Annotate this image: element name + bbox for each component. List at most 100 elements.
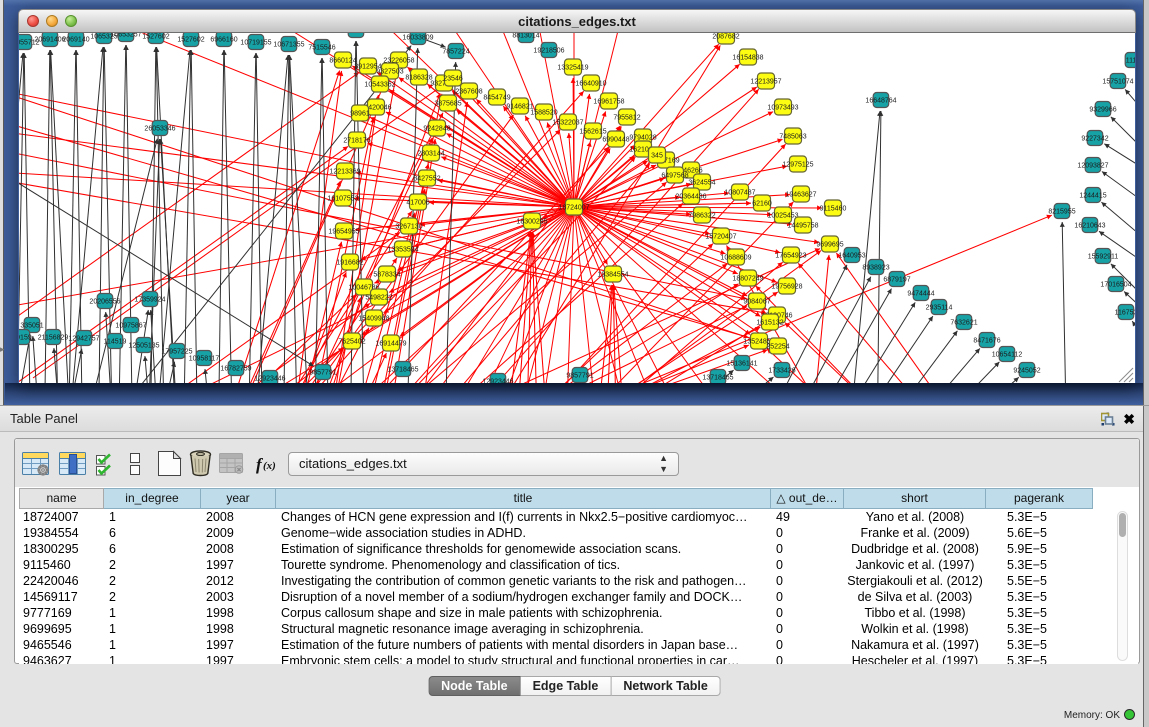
svg-text:20206556: 20206556 xyxy=(89,299,120,306)
svg-text:2069140: 2069140 xyxy=(62,37,89,44)
svg-text:1244415: 1244415 xyxy=(1079,193,1106,200)
svg-text:15409948: 15409948 xyxy=(358,316,389,323)
svg-text:19654955: 19654955 xyxy=(328,229,359,236)
svg-text:9227342: 9227342 xyxy=(1081,136,1108,143)
svg-text:8427552: 8427552 xyxy=(413,176,440,183)
svg-text:1112: 1112 xyxy=(1126,58,1135,65)
svg-text:2935114: 2935114 xyxy=(926,305,953,312)
svg-text:5498222: 5498222 xyxy=(365,295,392,302)
svg-text:1640953: 1640953 xyxy=(838,253,865,260)
svg-text:15322037: 15322037 xyxy=(552,120,583,127)
svg-text:12942757: 12942757 xyxy=(68,336,99,343)
svg-text:18807249: 18807249 xyxy=(732,276,763,283)
svg-text:12505135: 12505135 xyxy=(128,343,159,350)
svg-text:10719155: 10719155 xyxy=(240,40,271,47)
svg-text:13325419: 13325419 xyxy=(557,65,588,72)
svg-text:252254: 252254 xyxy=(766,344,789,351)
svg-text:1527602: 1527602 xyxy=(177,37,204,44)
svg-text:16782759: 16782759 xyxy=(220,366,251,373)
svg-text:9242848: 9242848 xyxy=(423,126,450,133)
svg-text:8454749: 8454749 xyxy=(483,95,510,102)
svg-text:7986322: 7986322 xyxy=(688,213,715,220)
svg-text:98961: 98961 xyxy=(350,111,370,118)
svg-text:2367608: 2367608 xyxy=(455,89,482,96)
svg-text:1733426: 1733426 xyxy=(768,368,795,375)
svg-text:7625402: 7625402 xyxy=(338,339,365,346)
svg-text:1615132: 1615132 xyxy=(756,320,783,327)
svg-text:10807487: 10807487 xyxy=(724,190,755,197)
svg-text:12213957: 12213957 xyxy=(750,79,781,86)
svg-text:8186328: 8186328 xyxy=(405,75,432,82)
svg-text:16154838: 16154838 xyxy=(732,55,763,62)
svg-text:2718176: 2718176 xyxy=(343,138,370,145)
svg-text:10653257: 10653257 xyxy=(110,33,141,39)
svg-text:7857224: 7857224 xyxy=(442,49,469,56)
svg-text:62160: 62160 xyxy=(752,201,772,208)
svg-text:26053346: 26053346 xyxy=(144,126,175,133)
svg-text:17359924: 17359924 xyxy=(134,297,165,304)
svg-text:7515546: 7515546 xyxy=(308,45,335,52)
svg-text:9327503: 9327503 xyxy=(376,69,403,76)
svg-text:19756928: 19756928 xyxy=(771,284,802,291)
svg-text:345: 345 xyxy=(651,153,663,160)
svg-text:1916682: 1916682 xyxy=(336,260,363,267)
svg-text:16210643: 16210643 xyxy=(1074,223,1105,230)
svg-text:16648764: 16648764 xyxy=(865,98,896,105)
svg-text:19463627: 19463627 xyxy=(785,192,816,199)
svg-text:9329966: 9329966 xyxy=(1089,107,1116,114)
svg-text:2803144: 2803144 xyxy=(417,151,444,158)
svg-text:16107553: 16107553 xyxy=(327,196,358,203)
svg-text:7632621: 7632621 xyxy=(950,320,977,327)
svg-text:116753: 116753 xyxy=(1115,310,1135,317)
svg-text:10543362: 10543362 xyxy=(364,82,395,89)
svg-text:10975867: 10975867 xyxy=(115,323,146,330)
svg-text:6879197: 6879197 xyxy=(883,277,910,284)
svg-text:39159: 39159 xyxy=(19,335,32,342)
svg-text:12213369: 12213369 xyxy=(329,169,360,176)
svg-text:8813014: 8813014 xyxy=(512,33,539,40)
svg-text:417006: 417006 xyxy=(406,200,429,207)
svg-text:21156829: 21156829 xyxy=(38,335,69,342)
svg-text:10025453: 10025453 xyxy=(767,213,798,220)
svg-text:16033809: 16033809 xyxy=(402,35,433,42)
svg-text:6497568: 6497568 xyxy=(661,173,688,180)
svg-text:9474444: 9474444 xyxy=(907,291,934,298)
svg-text:335051: 335051 xyxy=(20,323,43,330)
svg-text:20691406: 20691406 xyxy=(34,37,65,44)
svg-text:2087682: 2087682 xyxy=(712,34,739,41)
svg-text:8660124: 8660124 xyxy=(329,58,356,65)
svg-text:14495758: 14495758 xyxy=(787,223,818,230)
svg-text:7955812: 7955812 xyxy=(613,115,640,122)
svg-text:17957225: 17957225 xyxy=(161,349,192,356)
svg-text:7485063: 7485063 xyxy=(779,134,806,141)
svg-text:23546: 23546 xyxy=(443,76,463,83)
svg-text:9699695: 9699695 xyxy=(816,242,843,249)
svg-text:9084067: 9084067 xyxy=(743,299,770,306)
svg-text:18724007: 18724007 xyxy=(558,205,589,212)
svg-text:16961758: 16961758 xyxy=(593,99,624,106)
svg-text:12923446: 12923446 xyxy=(482,379,513,384)
svg-text:19384554: 19384554 xyxy=(597,272,628,279)
svg-text:8471676: 8471676 xyxy=(973,338,1000,345)
svg-text:17016504: 17016504 xyxy=(1100,282,1131,289)
svg-text:6990448: 6990448 xyxy=(602,137,629,144)
svg-text:3624554: 3624554 xyxy=(688,180,715,187)
svg-text:8215955: 8215955 xyxy=(1048,209,1075,216)
svg-text:15136141: 15136141 xyxy=(726,361,757,368)
svg-text:(x): (x) xyxy=(263,460,276,472)
svg-text:13353594: 13353594 xyxy=(387,247,418,254)
svg-text:16914479: 16914479 xyxy=(375,341,406,348)
svg-text:1527602: 1527602 xyxy=(142,34,169,41)
svg-text:1588520: 1588520 xyxy=(530,110,557,117)
svg-text:3267130: 3267130 xyxy=(395,224,422,231)
svg-text:5878334: 5878334 xyxy=(373,272,400,279)
svg-text:10958117: 10958117 xyxy=(189,356,220,363)
svg-text:12093827: 12093827 xyxy=(1077,163,1108,170)
svg-text:10654112: 10654112 xyxy=(992,352,1023,359)
svg-text:19218506: 19218506 xyxy=(533,48,564,55)
svg-text:3875685: 3875685 xyxy=(434,101,461,108)
svg-text:17654923: 17654923 xyxy=(775,253,806,260)
svg-text:9857791: 9857791 xyxy=(309,370,336,377)
svg-text:6966160: 6966160 xyxy=(210,37,237,44)
svg-text:20364436: 20364436 xyxy=(675,194,706,201)
